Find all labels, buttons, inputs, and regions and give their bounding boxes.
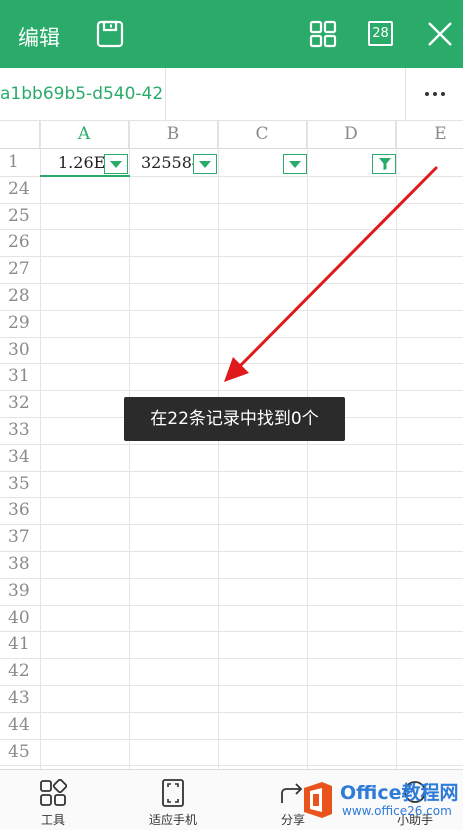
row-number[interactable]: 40 <box>0 605 40 632</box>
filter-dropdown-c[interactable] <box>283 154 307 174</box>
row-number[interactable]: 29 <box>0 310 40 337</box>
row-number[interactable]: 44 <box>0 712 40 739</box>
save-icon[interactable] <box>92 16 128 52</box>
row-gridline <box>0 631 463 632</box>
row-gridline <box>0 363 463 364</box>
spreadsheet-grid[interactable]: A B C D E 1 1.26E- 325584 24252627282930… <box>0 121 463 769</box>
row-gridline <box>0 658 463 659</box>
row-number[interactable]: 37 <box>0 524 40 551</box>
column-gridline <box>129 121 130 769</box>
row-gridline <box>0 229 463 230</box>
row-gridline <box>0 524 463 525</box>
row-number[interactable]: 30 <box>0 337 40 364</box>
row-gridline <box>0 310 463 311</box>
share-icon <box>281 783 303 803</box>
row-number[interactable]: 27 <box>0 256 40 283</box>
row-gridline <box>0 765 463 766</box>
fit-phone-icon <box>162 779 184 807</box>
assistant-label: 小助手 <box>396 813 433 827</box>
row-number[interactable]: 45 <box>0 739 40 766</box>
column-gridline <box>218 121 219 769</box>
row-gridline <box>0 283 463 284</box>
tools-label: 工具 <box>40 813 65 827</box>
search-result-toast: 在22条记录中找到0个 <box>124 397 345 441</box>
row-number[interactable]: 35 <box>0 471 40 498</box>
column-header-d[interactable]: D <box>307 121 396 148</box>
sheet-count-button[interactable]: 28 <box>368 21 393 46</box>
row-gridline <box>0 685 463 686</box>
cell-b1[interactable]: 325584 <box>141 149 193 176</box>
tools-icon <box>40 779 67 806</box>
row-number[interactable]: 33 <box>0 417 40 444</box>
row-number[interactable]: 25 <box>0 203 40 230</box>
tools-button[interactable]: 工具 <box>13 770 93 831</box>
row-number[interactable]: 26 <box>0 229 40 256</box>
selected-cell-indicator <box>40 175 130 177</box>
cell-a1[interactable]: 1.26E- <box>58 149 104 176</box>
assistant-icon <box>404 781 426 803</box>
row-gridline <box>0 712 463 713</box>
row-number[interactable]: 34 <box>0 444 40 471</box>
filter-dropdown-b[interactable] <box>193 154 217 174</box>
chevron-down-icon <box>289 161 301 168</box>
row-number[interactable]: 42 <box>0 658 40 685</box>
bottom-toolbar: 工具 适应手机 分享 小助手 <box>0 769 463 830</box>
file-tab-bar: a1bb69b5-d540-42… <box>0 68 463 121</box>
filter-active-d[interactable] <box>372 154 396 174</box>
column-header-a[interactable]: A <box>40 121 129 148</box>
column-gridline <box>396 121 397 769</box>
edit-button[interactable]: 编辑 <box>18 22 60 52</box>
row-number[interactable]: 28 <box>0 283 40 310</box>
column-gridline <box>40 121 41 769</box>
row-gridline <box>0 605 463 606</box>
chevron-down-icon <box>110 161 122 168</box>
chevron-down-icon <box>199 161 211 168</box>
row-gridline <box>0 390 463 391</box>
filter-funnel-icon <box>379 158 391 170</box>
share-button[interactable]: 分享 <box>253 770 333 831</box>
row-number[interactable]: 43 <box>0 685 40 712</box>
fit-phone-button[interactable]: 适应手机 <box>133 770 213 831</box>
grid-icon[interactable] <box>305 16 341 52</box>
column-header-e[interactable]: E <box>396 121 463 148</box>
assistant-button[interactable]: 小助手 <box>375 770 455 831</box>
row-number[interactable]: 31 <box>0 363 40 390</box>
row-number[interactable]: 39 <box>0 578 40 605</box>
close-icon[interactable] <box>422 16 458 52</box>
row-gridline <box>0 578 463 579</box>
row-gridline <box>0 551 463 552</box>
row-gridline <box>0 256 463 257</box>
row-gridline <box>0 203 463 204</box>
grid-corner <box>0 121 40 148</box>
row-gridline <box>0 739 463 740</box>
file-tab[interactable]: a1bb69b5-d540-42… <box>0 68 166 120</box>
row-number[interactable]: 36 <box>0 497 40 524</box>
fit-phone-label: 适应手机 <box>148 813 197 827</box>
row-number[interactable]: 1 <box>0 149 40 176</box>
filter-dropdown-a[interactable] <box>104 154 128 174</box>
column-gridline <box>307 121 308 769</box>
column-header-b[interactable]: B <box>129 121 218 148</box>
row-gridline <box>0 497 463 498</box>
row-gridline <box>0 444 463 445</box>
row-number[interactable]: 24 <box>0 176 40 203</box>
row-number[interactable]: 32 <box>0 390 40 417</box>
more-icon[interactable] <box>405 68 463 120</box>
column-header-c[interactable]: C <box>218 121 307 148</box>
row-gridline <box>0 337 463 338</box>
row-number[interactable]: 41 <box>0 631 40 658</box>
top-toolbar: 编辑 28 <box>0 0 463 68</box>
row-gridline <box>0 471 463 472</box>
share-label: 分享 <box>280 813 305 827</box>
row-number[interactable]: 38 <box>0 551 40 578</box>
